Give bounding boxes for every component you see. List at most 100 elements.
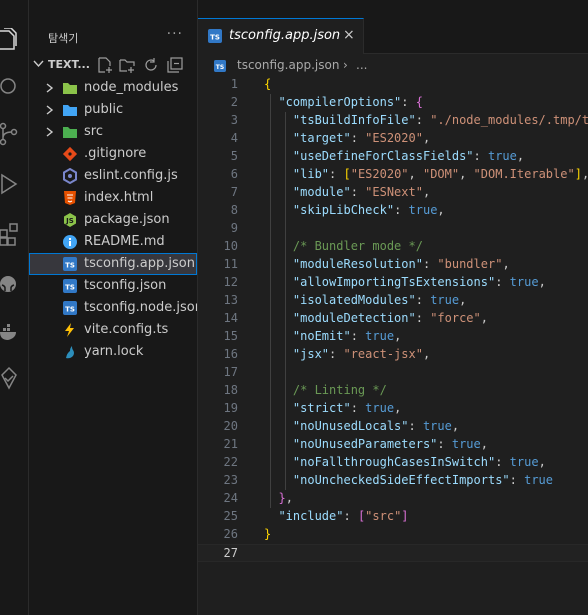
refresh-icon[interactable] bbox=[143, 57, 159, 73]
tree-item[interactable]: src bbox=[29, 121, 197, 143]
chevron-down-icon bbox=[33, 60, 44, 68]
code-token: , bbox=[516, 149, 525, 163]
tree-item[interactable]: README.md bbox=[29, 231, 197, 253]
new-folder-icon[interactable] bbox=[119, 57, 135, 73]
code-line[interactable]: 8 "skipLibCheck": true, bbox=[198, 202, 588, 220]
code-line[interactable]: 27 bbox=[198, 544, 588, 562]
source-control-icon[interactable] bbox=[0, 122, 18, 146]
code-line[interactable]: 15 "noEmit": true, bbox=[198, 328, 588, 346]
tree-item[interactable]: TS tsconfig.node.json bbox=[29, 297, 197, 319]
line-number: 13 bbox=[223, 293, 238, 307]
tree-item[interactable]: node_modules bbox=[29, 77, 197, 99]
run-debug-icon[interactable] bbox=[0, 172, 18, 196]
code-token: : bbox=[343, 509, 358, 523]
code-line[interactable]: 19 "strict": true, bbox=[198, 400, 588, 418]
code-token: "bundler" bbox=[437, 257, 503, 271]
code-token: "src" bbox=[365, 509, 402, 523]
breadcrumb-file[interactable]: tsconfig.app.json bbox=[237, 58, 339, 72]
tree-item[interactable]: TS tsconfig.json bbox=[29, 275, 197, 297]
code-line[interactable]: 5 "useDefineForClassFields": true, bbox=[198, 148, 588, 166]
code-line[interactable]: 23 "noUncheckedSideEffectImports": true bbox=[198, 472, 588, 490]
docker-icon[interactable] bbox=[0, 320, 18, 344]
code-line[interactable]: 24 }, bbox=[198, 490, 588, 508]
remote-explorer-icon[interactable] bbox=[0, 366, 18, 390]
code-line[interactable]: 17 bbox=[198, 364, 588, 382]
code-token: : bbox=[350, 401, 366, 415]
tree-item[interactable]: JS package.json bbox=[29, 209, 197, 231]
tree-item[interactable]: yarn.lock bbox=[29, 341, 197, 363]
code-token: true bbox=[451, 437, 481, 451]
code-line[interactable]: 9 bbox=[198, 220, 588, 238]
chevron-right-icon bbox=[46, 83, 54, 93]
code-line[interactable]: 14 "moduleDetection": "force", bbox=[198, 310, 588, 328]
breadcrumb-more[interactable]: ... bbox=[356, 58, 367, 72]
code-line[interactable]: 4 "target": "ES2020", bbox=[198, 130, 588, 148]
tab-tsconfig-app-json[interactable]: TS tsconfig.app.json × bbox=[198, 18, 364, 54]
code-line[interactable]: 7 "module": "ESNext", bbox=[198, 184, 588, 202]
tree-item-label: src bbox=[84, 124, 103, 139]
code-text: "compilerOptions": { bbox=[264, 95, 423, 109]
code-line[interactable]: 21 "noUnusedParameters": true, bbox=[198, 436, 588, 454]
close-icon[interactable]: × bbox=[343, 27, 355, 43]
code-text: "moduleDetection": "force", bbox=[264, 311, 488, 325]
tree-item-label: eslint.config.js bbox=[84, 168, 178, 183]
tree-item[interactable]: public bbox=[29, 99, 197, 121]
code-line[interactable]: 26} bbox=[198, 526, 588, 544]
search-icon[interactable] bbox=[0, 76, 18, 100]
tree-item[interactable]: eslint.config.js bbox=[29, 165, 197, 187]
svg-text:JS: JS bbox=[65, 217, 74, 225]
extensions-icon[interactable] bbox=[0, 222, 18, 246]
code-line[interactable]: 18 /* Linting */ bbox=[198, 382, 588, 400]
line-number: 21 bbox=[223, 437, 238, 451]
code-token: "strict" bbox=[292, 401, 351, 415]
code-token: , bbox=[502, 257, 510, 271]
eslint-icon bbox=[63, 168, 77, 184]
folder-header[interactable]: TEXT... bbox=[29, 54, 197, 76]
line-number: 26 bbox=[223, 527, 238, 541]
line-number: 24 bbox=[223, 491, 238, 505]
code-line[interactable]: 3 "tsBuildInfoFile": "./node_modules/.tm… bbox=[198, 112, 588, 130]
new-file-icon[interactable] bbox=[97, 57, 113, 73]
tree-item[interactable]: index.html bbox=[29, 187, 197, 209]
code-token: "tsBuildInfoFile" bbox=[292, 113, 416, 127]
code-line[interactable]: 6 "lib": ["ES2020", "DOM", "DOM.Iterable… bbox=[198, 166, 588, 184]
code-line[interactable]: 1{ bbox=[198, 76, 588, 94]
code-line[interactable]: 12 "allowImportingTsExtensions": true, bbox=[198, 274, 588, 292]
code-line[interactable]: 2 "compilerOptions": { bbox=[198, 94, 588, 112]
collapse-all-icon[interactable] bbox=[167, 57, 183, 73]
github-icon[interactable] bbox=[0, 272, 18, 296]
code-token: , bbox=[459, 167, 474, 181]
code-line[interactable]: 11 "moduleResolution": "bundler", bbox=[198, 256, 588, 274]
code-line[interactable]: 20 "noUnusedLocals": true, bbox=[198, 418, 588, 436]
code-text: "noUncheckedSideEffectImports": true bbox=[264, 473, 553, 487]
tree-item[interactable]: .gitignore bbox=[29, 143, 197, 165]
code-token: "ES2020" bbox=[350, 167, 409, 181]
line-number: 7 bbox=[230, 185, 238, 199]
code-token: : bbox=[415, 113, 431, 127]
code-token: "target" bbox=[292, 131, 351, 145]
code-token: "DOM.Iterable" bbox=[473, 167, 575, 181]
code-line[interactable]: 22 "noFallthroughCasesInSwitch": true, bbox=[198, 454, 588, 472]
explorer-icon[interactable] bbox=[0, 28, 18, 52]
code-line[interactable]: 16 "jsx": "react-jsx", bbox=[198, 346, 588, 364]
tree-item[interactable]: TS tsconfig.app.json bbox=[29, 253, 197, 275]
tree-item-label: README.md bbox=[84, 234, 165, 249]
code-token: true bbox=[430, 293, 460, 307]
code-line[interactable]: 13 "isolatedModules": true, bbox=[198, 292, 588, 310]
line-number: 20 bbox=[223, 419, 238, 433]
tree-item-label: tsconfig.json bbox=[84, 278, 167, 293]
code-line[interactable]: 25 "include": ["src"] bbox=[198, 508, 588, 526]
tree-item[interactable]: vite.config.ts bbox=[29, 319, 197, 341]
html-icon bbox=[64, 191, 76, 205]
code-token: : bbox=[401, 95, 416, 109]
code-token: /* Linting */ bbox=[292, 383, 387, 397]
code-token: "useDefineForClassFields" bbox=[292, 149, 474, 163]
code-line[interactable]: 10 /* Bundler mode */ bbox=[198, 238, 588, 256]
more-actions-button[interactable]: ··· bbox=[167, 26, 183, 42]
folder-name: TEXT... bbox=[48, 58, 90, 71]
tree-item-label: package.json bbox=[84, 212, 170, 227]
code-token: "./node_modules/.tmp/t bbox=[430, 113, 588, 127]
